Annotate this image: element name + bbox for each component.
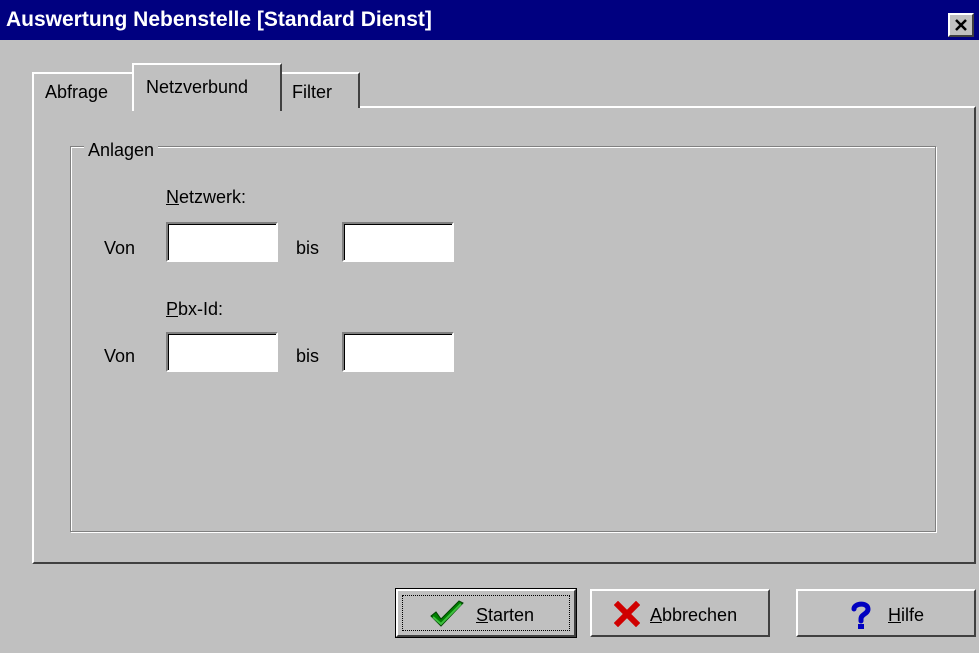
tab-filter-label: Filter	[292, 82, 332, 102]
tab-abfrage[interactable]: Abfrage	[32, 72, 134, 108]
dialog-window: Auswertung Nebenstelle [Standard Dienst]…	[0, 0, 979, 653]
tab-netzverbund[interactable]: Netzverbund	[132, 63, 282, 111]
starten-rest: tarten	[488, 605, 535, 625]
pbx-id-heading: Pbx-Id:	[166, 298, 223, 320]
pbx-von-label: Von	[104, 346, 136, 366]
netzwerk-heading: Netzwerk:	[166, 186, 246, 208]
title-bar[interactable]: Auswertung Nebenstelle [Standard Dienst]	[0, 0, 979, 40]
tab-abfrage-label: Abfrage	[45, 82, 109, 102]
hilfe-label: Hilfe	[888, 604, 924, 626]
hilfe-rest: ilfe	[901, 605, 925, 625]
hilfe-button[interactable]: Hilfe	[796, 589, 976, 637]
netzwerk-bis-input[interactable]	[342, 222, 454, 262]
close-icon	[955, 19, 967, 31]
abbrechen-rest: bbrechen	[662, 605, 738, 625]
starten-mnemonic: S	[476, 605, 489, 625]
anlagen-legend: Anlagen	[84, 139, 159, 161]
abbrechen-mnemonic: A	[650, 605, 663, 625]
abbrechen-label: Abbrechen	[650, 604, 737, 626]
netzwerk-heading-mnemonic: N	[166, 187, 179, 207]
starten-button[interactable]: Starten	[396, 589, 576, 637]
netzwerk-heading-rest: etzwerk:	[179, 187, 247, 207]
question-mark-icon	[851, 601, 871, 629]
tab-netzverbund-label: Netzverbund	[146, 77, 249, 97]
abbrechen-button[interactable]: Abbrechen	[590, 589, 770, 637]
x-icon	[614, 601, 640, 627]
pbx-bis-input[interactable]	[342, 332, 454, 372]
netzwerk-bis-label: bis	[296, 238, 320, 258]
pbx-id-heading-mnemonic: P	[166, 299, 179, 319]
pbx-bis-label: bis	[296, 346, 320, 366]
netzwerk-von-label: Von	[104, 238, 136, 258]
pbx-id-heading-rest: bx-Id:	[178, 299, 224, 319]
tab-filter[interactable]: Filter	[280, 72, 360, 108]
netzwerk-von-input[interactable]	[166, 222, 278, 262]
close-button[interactable]	[948, 13, 974, 37]
window-title: Auswertung Nebenstelle [Standard Dienst]	[6, 8, 432, 31]
hilfe-mnemonic: H	[888, 605, 901, 625]
pbx-von-input[interactable]	[166, 332, 278, 372]
starten-label: Starten	[476, 604, 534, 626]
checkmark-icon	[430, 600, 464, 627]
